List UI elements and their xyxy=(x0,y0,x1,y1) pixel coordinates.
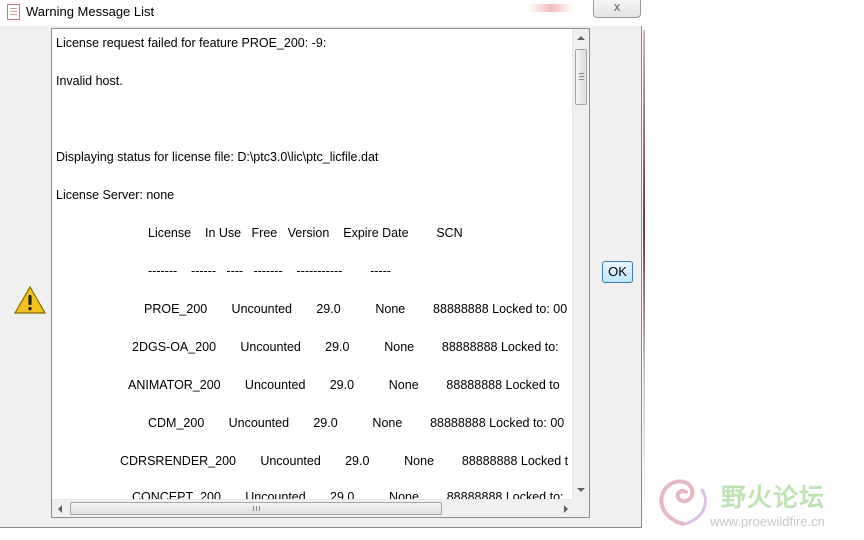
document-icon xyxy=(7,4,20,20)
message-line: Invalid host. xyxy=(56,74,123,88)
license-row: CDM_200 Uncounted 29.0 None 88888888 Loc… xyxy=(148,416,565,430)
license-row: ANIMATOR_200 Uncounted 29.0 None 8888888… xyxy=(128,378,560,392)
table-separator-line: ------- ------ ---- ------- ----------- … xyxy=(148,264,391,278)
license-row: CONCEPT_200 Uncounted 29.0 None 88888888… xyxy=(132,490,564,499)
vertical-scrollbar[interactable] xyxy=(572,29,589,499)
watermark-url: www.proewildfire.cn xyxy=(710,514,825,529)
horizontal-scrollbar[interactable] xyxy=(52,499,574,517)
message-line: Displaying status for license file: D:\p… xyxy=(56,150,379,164)
watermark-name: 野火论坛 xyxy=(721,483,826,512)
message-line: License request failed for feature PROE_… xyxy=(56,36,327,50)
license-row: 2DGS-OA_200 Uncounted 29.0 None 88888888… xyxy=(132,340,559,354)
scroll-down-arrow-icon[interactable] xyxy=(577,488,585,492)
table-header-line: License In Use Free Version Expire Date … xyxy=(148,226,463,240)
scrollbar-corner xyxy=(572,499,589,517)
horizontal-scroll-thumb[interactable] xyxy=(70,502,442,515)
window-title: Warning Message List xyxy=(26,4,155,19)
message-text-area[interactable]: License request failed for feature PROE_… xyxy=(51,28,590,518)
license-row: CDRSRENDER_200 Uncounted 29.0 None 88888… xyxy=(120,454,569,468)
warning-dialog: Warning Message List x License request f… xyxy=(0,0,642,528)
grip-line xyxy=(253,506,254,511)
grip-line xyxy=(579,79,584,80)
minimize-maximize-area xyxy=(528,4,574,12)
grip-line xyxy=(259,506,260,511)
close-button[interactable]: x xyxy=(593,0,641,18)
vertical-scroll-thumb[interactable] xyxy=(575,49,587,105)
warning-triangle-icon xyxy=(14,286,46,314)
message-line: License Server: none xyxy=(56,188,175,202)
grip-line xyxy=(579,73,584,74)
message-content: License request failed for feature PROE_… xyxy=(56,29,575,499)
grip-line xyxy=(256,506,257,511)
license-row: PROE_200 Uncounted 29.0 None 88888888 Lo… xyxy=(144,302,568,316)
grip-line xyxy=(579,76,584,77)
desktop-background xyxy=(643,30,645,520)
scroll-right-arrow-icon[interactable] xyxy=(564,505,568,513)
scroll-left-arrow-icon[interactable] xyxy=(58,505,62,513)
watermark-logo-icon xyxy=(659,479,707,526)
scroll-up-arrow-icon[interactable] xyxy=(577,36,585,40)
ok-button[interactable]: OK xyxy=(602,261,633,283)
